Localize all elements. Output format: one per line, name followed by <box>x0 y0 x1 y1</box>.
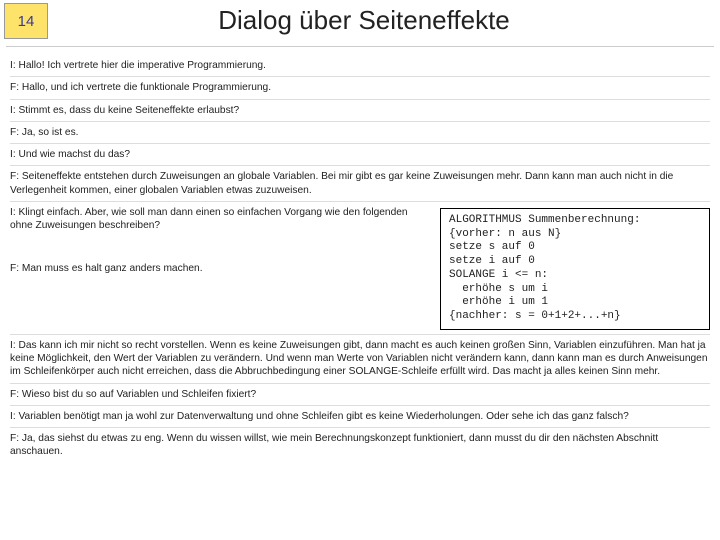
dialog-line: F: Ja, das siehst du etwas zu eng. Wenn … <box>10 428 710 463</box>
slide-content: I: Hallo! Ich vertrete hier die imperati… <box>0 47 720 463</box>
slide-title: Dialog über Seiteneffekte <box>48 5 720 36</box>
dialog-line: I: Und wie machst du das? <box>10 144 710 166</box>
algorithm-box: ALGORITHMUS Summenberechnung: {vorher: n… <box>440 208 710 330</box>
dialog-line: I: Hallo! Ich vertrete hier die imperati… <box>10 55 710 77</box>
dialog-row-with-algorithm: I: Klingt einfach. Aber, wie soll man da… <box>10 202 710 335</box>
dialog-left-column: I: Klingt einfach. Aber, wie soll man da… <box>10 206 430 330</box>
dialog-line: F: Man muss es halt ganz anders machen. <box>10 262 430 275</box>
dialog-line: I: Klingt einfach. Aber, wie soll man da… <box>10 206 430 233</box>
dialog-line: F: Hallo, und ich vertrete die funktiona… <box>10 77 710 99</box>
dialog-line: I: Das kann ich mir nicht so recht vorst… <box>10 335 710 384</box>
dialog-right-column: ALGORITHMUS Summenberechnung: {vorher: n… <box>440 206 710 330</box>
dialog-line: I: Variablen benötigt man ja wohl zur Da… <box>10 406 710 428</box>
slide-number: 14 <box>4 3 48 39</box>
dialog-line: F: Ja, so ist es. <box>10 122 710 144</box>
slide-header: 14 Dialog über Seiteneffekte <box>0 0 720 40</box>
dialog-line: I: Stimmt es, dass du keine Seiteneffekt… <box>10 100 710 122</box>
dialog-line: F: Seiteneffekte entstehen durch Zuweisu… <box>10 166 710 202</box>
dialog-line: F: Wieso bist du so auf Variablen und Sc… <box>10 384 710 406</box>
